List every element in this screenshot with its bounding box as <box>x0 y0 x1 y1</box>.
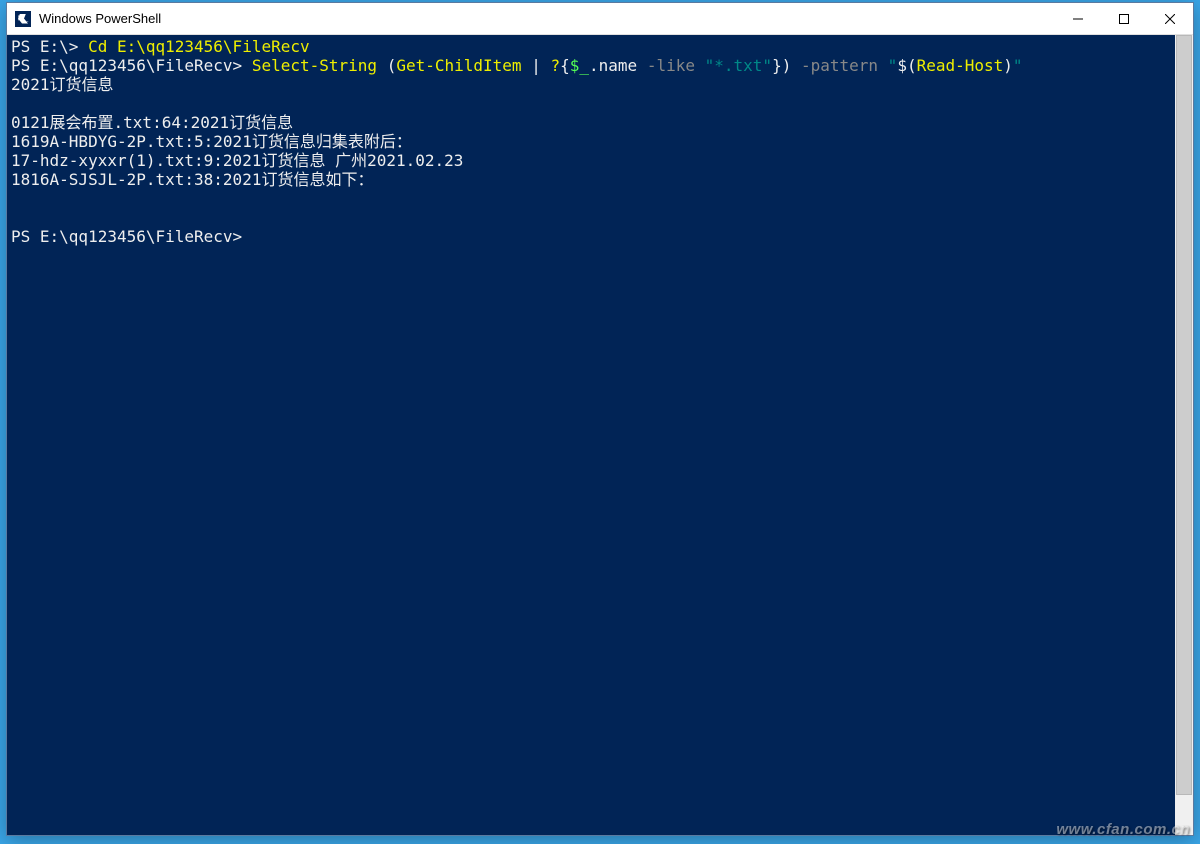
brace: } <box>772 56 782 75</box>
operator: ? <box>550 56 560 75</box>
paren: ( <box>377 56 396 75</box>
parameter: -pattern <box>801 56 878 75</box>
cmdlet: Read-Host <box>917 56 1004 75</box>
watermark: www.cfan.com.cn <box>1056 821 1190 838</box>
output-line: 1816A-SJSJL-2P.txt:38:2021订货信息如下： <box>11 170 373 189</box>
cmdlet: Select-String <box>252 56 377 75</box>
variable: $_ <box>570 56 589 75</box>
powershell-icon: >_ <box>15 11 31 27</box>
close-icon <box>1165 14 1175 24</box>
minimize-icon <box>1073 14 1083 24</box>
paren: ) <box>782 56 801 75</box>
property: .name <box>589 56 647 75</box>
space <box>695 56 705 75</box>
window-title: Windows PowerShell <box>39 11 1055 26</box>
cmdlet: Get-ChildItem <box>396 56 521 75</box>
quote: " <box>1013 56 1023 75</box>
command-text: Cd E:\qq123456\FileRecv <box>88 37 310 56</box>
maximize-button[interactable] <box>1101 3 1147 35</box>
space <box>878 56 888 75</box>
pipe: | <box>522 56 551 75</box>
terminal-area: PS E:\> Cd E:\qq123456\FileRecv PS E:\qq… <box>7 35 1193 835</box>
terminal[interactable]: PS E:\> Cd E:\qq123456\FileRecv PS E:\qq… <box>7 35 1175 835</box>
scrollbar[interactable] <box>1175 35 1193 835</box>
input-text: 2021订货信息 <box>11 75 114 94</box>
titlebar[interactable]: >_ Windows PowerShell <box>7 3 1193 35</box>
quote: " <box>888 56 898 75</box>
subexpr: $( <box>897 56 916 75</box>
prompt: PS E:\qq123456\FileRecv> <box>11 56 252 75</box>
maximize-icon <box>1119 14 1129 24</box>
output-line: 1619A-HBDYG-2P.txt:5:2021订货信息归集表附后： <box>11 132 412 151</box>
operator: -like <box>647 56 695 75</box>
scrollbar-thumb[interactable] <box>1176 35 1192 795</box>
brace: { <box>560 56 570 75</box>
window-controls <box>1055 3 1193 34</box>
prompt: PS E:\qq123456\FileRecv> <box>11 227 252 246</box>
output-line: 17-hdz-xyxxr(1).txt:9:2021订货信息 广州2021.02… <box>11 151 463 170</box>
powershell-window: >_ Windows PowerShell PS E:\> Cd E:\qq12… <box>6 2 1194 836</box>
minimize-button[interactable] <box>1055 3 1101 35</box>
prompt: PS E:\> <box>11 37 88 56</box>
output-line: 0121展会布置.txt:64:2021订货信息 <box>11 113 293 132</box>
string-literal: "*.txt" <box>705 56 772 75</box>
close-button[interactable] <box>1147 3 1193 35</box>
subexpr-close: ) <box>1003 56 1013 75</box>
